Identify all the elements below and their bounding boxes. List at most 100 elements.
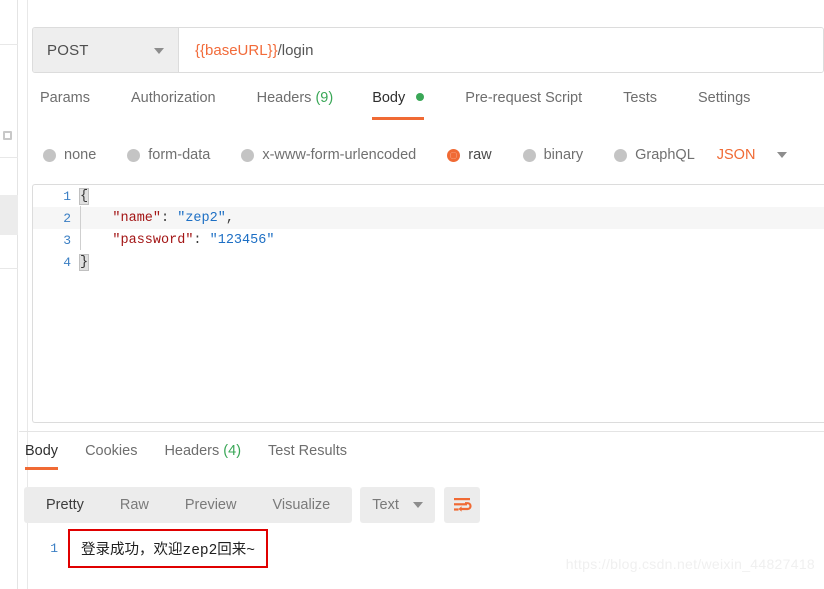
- request-body-editor[interactable]: 1 { 2 "name": "zep2", 3 "password": "123…: [32, 184, 824, 423]
- radio-label: binary: [543, 147, 584, 163]
- http-method-dropdown[interactable]: POST: [33, 28, 179, 72]
- code-content: "name": "zep2",: [80, 211, 234, 226]
- tab-tests[interactable]: Tests: [623, 88, 657, 120]
- sidebar-divider: [0, 268, 18, 269]
- raw-format-label: JSON: [716, 147, 756, 163]
- content-type-label: Text: [372, 497, 399, 513]
- code-line: 3 "password": "123456": [33, 229, 824, 251]
- tab-label: Body: [372, 90, 406, 106]
- view-mode-raw[interactable]: Raw: [102, 487, 167, 523]
- json-key: "name": [112, 210, 162, 226]
- radio-icon: [614, 148, 628, 162]
- tab-params[interactable]: Params: [40, 88, 90, 120]
- sidebar-selected-item[interactable]: [0, 195, 18, 235]
- radio-label: none: [64, 147, 97, 163]
- tab-authorization[interactable]: Authorization: [131, 88, 216, 120]
- url-bar: POST {{baseURL}}/login: [32, 27, 824, 73]
- json-value: "123456": [209, 232, 275, 248]
- response-tab-test-results[interactable]: Test Results: [268, 441, 347, 470]
- content-type-dropdown[interactable]: Text: [360, 487, 435, 523]
- radio-raw[interactable]: raw: [447, 147, 492, 163]
- json-value: "zep2": [177, 210, 226, 226]
- line-number: 2: [63, 210, 71, 226]
- tab-headers-count: (9): [315, 90, 334, 106]
- radio-graphql[interactable]: GraphQL: [614, 147, 695, 163]
- response-tab-body[interactable]: Body: [25, 441, 59, 470]
- response-format-toolbar: Pretty Raw Preview Visualize Text: [24, 487, 480, 523]
- response-tab-headers[interactable]: Headers (4): [164, 441, 241, 470]
- code-line: 2 "name": "zep2",: [33, 207, 824, 229]
- chevron-down-icon: [777, 152, 788, 158]
- tab-headers[interactable]: Headers (9): [257, 88, 334, 120]
- tab-label: Params: [40, 90, 90, 106]
- line-number: 4: [63, 254, 71, 270]
- tab-label: Tests: [623, 90, 657, 106]
- json-comma: ,: [225, 210, 234, 226]
- radio-x-www-form-urlencoded[interactable]: x-www-form-urlencoded: [241, 147, 416, 163]
- json-key: "password": [112, 232, 194, 248]
- radio-none[interactable]: none: [43, 147, 96, 163]
- http-method-label: POST: [47, 41, 89, 59]
- chevron-down-icon: [154, 48, 164, 54]
- tab-label: Pre-request Script: [465, 90, 583, 106]
- line-number: 3: [63, 232, 71, 248]
- response-tab-strip: Body Cookies Headers (4) Test Results: [19, 441, 809, 473]
- chevron-down-icon: [412, 502, 423, 508]
- code-content: {: [78, 187, 90, 205]
- body-type-radio-group: none form-data x-www-form-urlencoded raw…: [33, 142, 824, 168]
- pane-divider[interactable]: [19, 431, 824, 432]
- json-open-brace: {: [78, 187, 90, 205]
- response-text: 登录成功，欢迎zep2回来~: [81, 542, 256, 559]
- tab-label: Cookies: [85, 443, 138, 459]
- word-wrap-icon: [453, 498, 472, 512]
- code-line: 1 {: [33, 185, 824, 207]
- active-tab-underline: [25, 467, 59, 470]
- radio-icon: [43, 148, 56, 162]
- tab-label: Headers: [256, 90, 312, 106]
- request-pane: POST {{baseURL}}/login Params Authorizat…: [29, 0, 824, 430]
- tab-body[interactable]: Body: [372, 88, 425, 120]
- tab-settings[interactable]: Settings: [698, 88, 750, 120]
- active-tab-underline: [372, 117, 425, 120]
- response-highlight-box: 登录成功，欢迎zep2回来~: [68, 528, 269, 568]
- settings-icon[interactable]: [3, 131, 12, 140]
- json-colon: :: [193, 232, 210, 248]
- response-headers-count: (4): [223, 443, 242, 459]
- tab-label: Test Results: [268, 443, 348, 459]
- url-input[interactable]: {{baseURL}}/login: [179, 28, 823, 72]
- radio-icon: [241, 148, 255, 162]
- radio-label: form-data: [148, 147, 211, 163]
- code-content: "password": "123456": [80, 233, 274, 248]
- tab-pre-request-script[interactable]: Pre-request Script: [465, 88, 582, 120]
- code-content: }: [78, 253, 90, 271]
- request-tab-strip: Params Authorization Headers (9) Body Pr…: [32, 88, 824, 128]
- view-mode-preview[interactable]: Preview: [167, 487, 255, 523]
- tab-label: Headers: [164, 443, 220, 459]
- word-wrap-button[interactable]: [443, 487, 480, 523]
- radio-label: x-www-form-urlencoded: [262, 147, 417, 163]
- view-mode-visualize[interactable]: Visualize: [254, 487, 348, 523]
- radio-icon-selected: [447, 148, 461, 162]
- json-close-brace: }: [78, 253, 90, 271]
- radio-icon: [127, 148, 141, 162]
- sidebar-divider: [0, 157, 18, 158]
- line-number: 1: [50, 540, 58, 556]
- postman-window: POST {{baseURL}}/login Params Authorizat…: [0, 0, 824, 589]
- raw-format-dropdown[interactable]: JSON: [717, 147, 788, 163]
- watermark: https://blog.csdn.net/weixin_44827418: [565, 556, 815, 572]
- url-variable: {{baseURL}}: [195, 41, 278, 59]
- tab-label: Authorization: [130, 90, 216, 106]
- body-modified-dot: [416, 93, 425, 101]
- response-view-mode-group: Pretty Raw Preview Visualize: [24, 487, 353, 523]
- response-tab-cookies[interactable]: Cookies: [85, 441, 137, 470]
- left-sidebar-sliver: [0, 0, 18, 589]
- radio-form-data[interactable]: form-data: [127, 147, 210, 163]
- code-line: 4 }: [33, 251, 824, 273]
- radio-label: GraphQL: [635, 147, 695, 163]
- radio-binary[interactable]: binary: [522, 147, 584, 163]
- sidebar-divider: [0, 44, 18, 45]
- view-mode-pretty[interactable]: Pretty: [28, 487, 102, 523]
- url-path: /login: [277, 41, 314, 59]
